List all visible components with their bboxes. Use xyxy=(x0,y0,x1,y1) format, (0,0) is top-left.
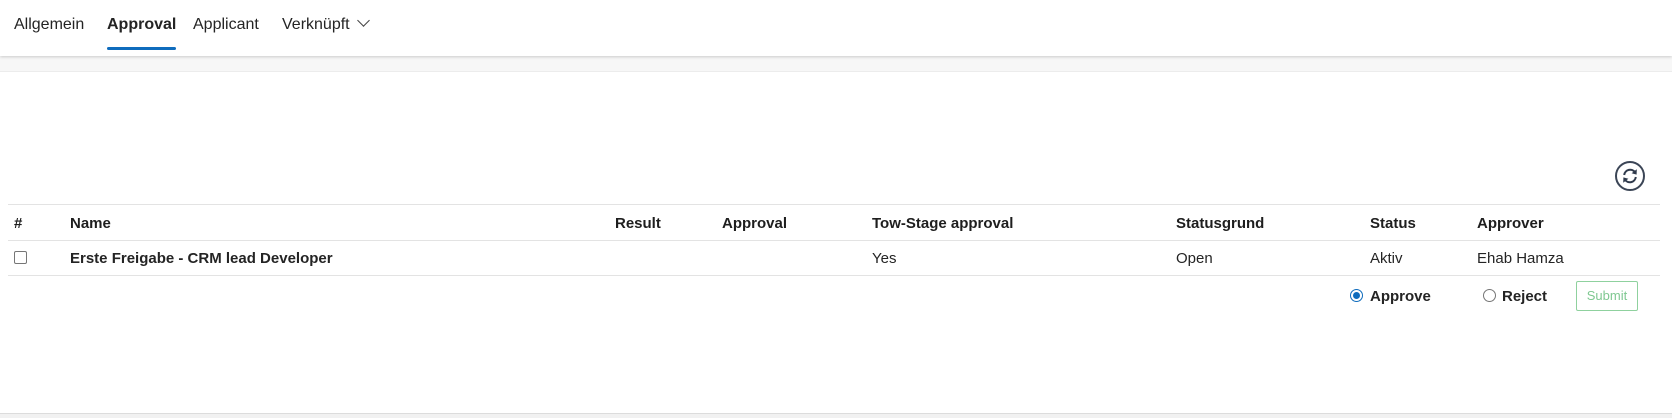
tab-bar: Allgemein Approval Applicant Verknüpft xyxy=(0,0,1672,56)
header-statusgrund[interactable]: Statusgrund xyxy=(1176,215,1264,232)
tab-approval-label: Approval xyxy=(107,16,177,33)
submit-button[interactable]: Submit xyxy=(1576,281,1638,311)
header-status[interactable]: Status xyxy=(1370,215,1416,232)
approve-radio[interactable] xyxy=(1350,289,1363,302)
tab-applicant-label: Applicant xyxy=(193,16,259,33)
row-approver: Ehab Hamza xyxy=(1477,250,1564,267)
row-bottom-border xyxy=(8,275,1660,276)
header-name[interactable]: Name xyxy=(70,215,111,232)
header-index: # xyxy=(14,215,23,232)
row-statusgrund: Open xyxy=(1176,250,1213,267)
header-bottom-border xyxy=(8,240,1660,241)
refresh-button[interactable] xyxy=(1615,161,1645,191)
tab-approval[interactable]: Approval xyxy=(107,0,177,56)
panel-bottom-border xyxy=(0,413,1672,418)
approval-panel xyxy=(0,72,1672,414)
tab-verknuepft[interactable]: Verknüpft xyxy=(282,0,370,56)
refresh-icon xyxy=(1623,168,1637,184)
tab-applicant[interactable]: Applicant xyxy=(193,0,259,56)
row-name[interactable]: Erste Freigabe - CRM lead Developer xyxy=(70,250,333,267)
tab-allgemein[interactable]: Allgemein xyxy=(14,0,84,56)
tab-verknuepft-label: Verknüpft xyxy=(282,16,350,33)
active-tab-indicator xyxy=(107,47,177,50)
reject-label[interactable]: Reject xyxy=(1502,288,1547,305)
header-two-stage-approval[interactable]: Tow-Stage approval xyxy=(872,215,1013,232)
reject-radio[interactable] xyxy=(1483,289,1496,302)
row-two-stage-approval: Yes xyxy=(872,250,897,267)
table-top-border xyxy=(8,204,1660,205)
approve-label[interactable]: Approve xyxy=(1370,288,1431,305)
header-result[interactable]: Result xyxy=(615,215,661,232)
chevron-down-icon xyxy=(356,14,370,27)
row-checkbox[interactable] xyxy=(14,251,27,264)
section-separator xyxy=(0,56,1672,72)
tab-allgemein-label: Allgemein xyxy=(14,16,85,33)
header-approval[interactable]: Approval xyxy=(722,215,787,232)
header-approver[interactable]: Approver xyxy=(1477,215,1544,232)
row-status: Aktiv xyxy=(1370,250,1403,267)
